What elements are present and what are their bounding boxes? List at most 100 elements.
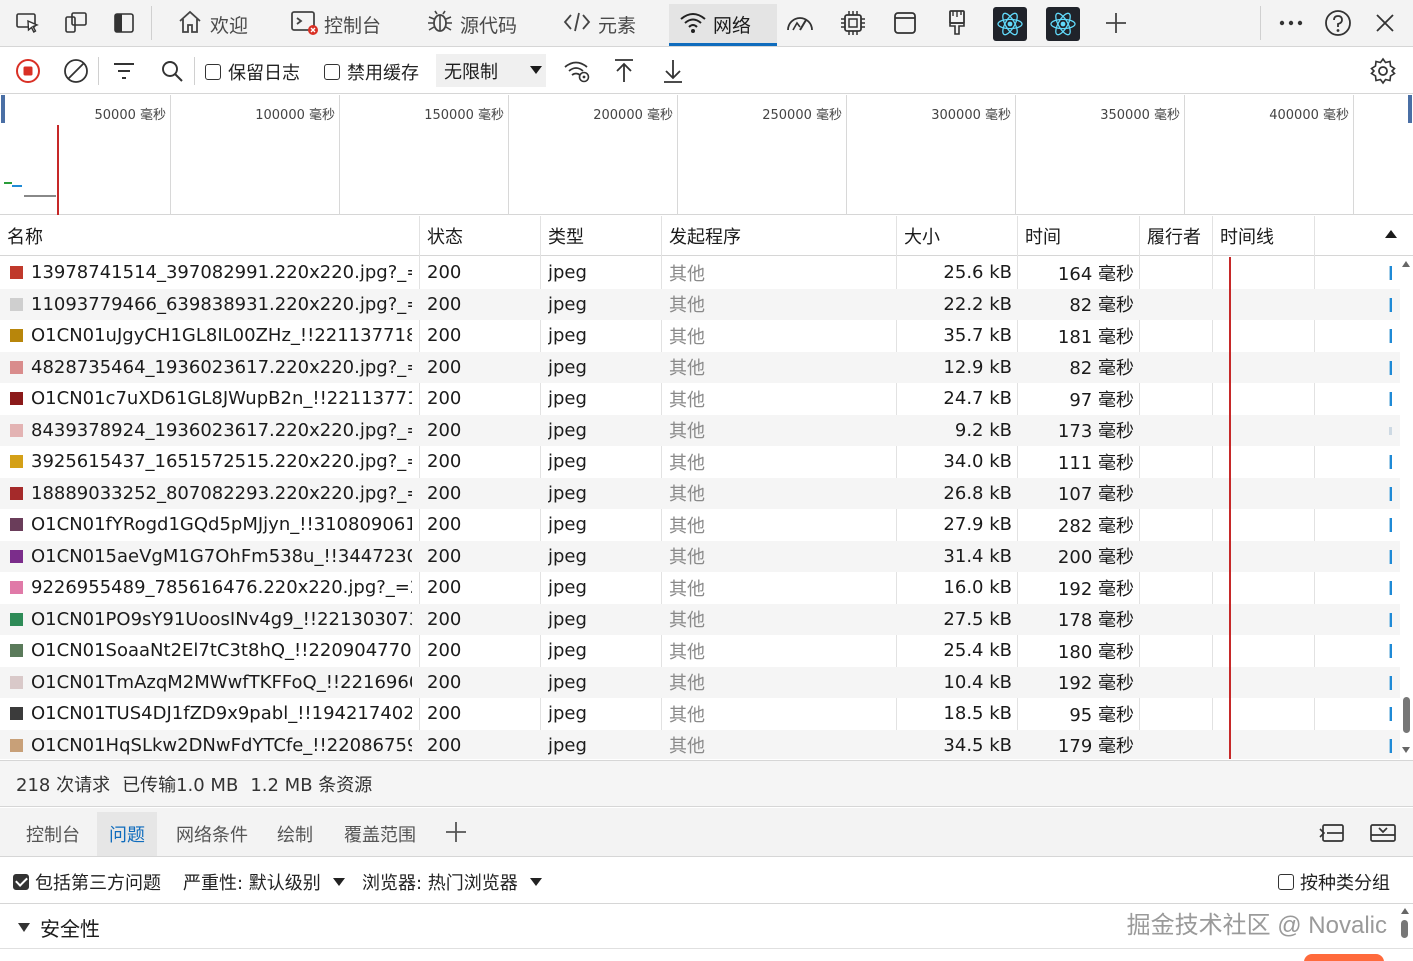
request-name: O1CN01TUS4DJ1fZD9x9pabl_!!1942174020-0..… [31,703,412,725]
include-third-party-checkbox[interactable]: 包括第三方问题 [13,869,161,895]
application-icon[interactable] [890,8,920,38]
request-name-cell[interactable]: O1CN01fYRogd1GQd5pMJjyn_!!3108090617-... [10,509,412,541]
memory-icon[interactable] [838,8,868,38]
overview-range-handle-left[interactable] [1,95,5,123]
undock-drawer-icon[interactable] [1318,822,1346,848]
add-tab-icon[interactable] [1101,8,1131,38]
request-name-cell[interactable]: O1CN01PO9sY91UoosINv4g9_!!22130307325... [10,604,412,636]
request-name-cell[interactable]: O1CN01TmAzqM2MWwfTKFFoQ_!!22169602... [10,667,412,699]
brush-icon[interactable] [942,8,972,38]
table-row[interactable]: O1CN015aeVgM1G7OhFm538u_!!344723057... 20… [0,540,1400,573]
network-conditions-icon[interactable] [562,56,592,86]
table-row[interactable]: 8439378924_1936023617.220x220.jpg?_=2020… [0,414,1400,447]
close-drawer-icon[interactable] [1369,822,1397,848]
help-icon[interactable] [1323,8,1353,38]
column-header-size[interactable]: 大小 [897,216,940,256]
performance-icon[interactable] [785,8,815,38]
table-row[interactable]: O1CN01TmAzqM2MWwfTKFFoQ_!!22169602... 200… [0,666,1400,699]
sort-ascending-icon[interactable] [1385,230,1397,238]
tab-network[interactable]: 网络 [669,4,777,46]
react-components-icon[interactable] [993,7,1027,41]
table-row[interactable]: O1CN01TUS4DJ1fZD9x9pabl_!!1942174020-0..… [0,698,1400,730]
drawer-tab-coverage[interactable]: 覆盖范围 [332,812,428,856]
react-profiler-icon[interactable] [1046,7,1080,41]
request-name-cell[interactable]: 9226955489_785616476.220x220.jpg?_=2020 [10,572,412,604]
table-row[interactable]: O1CN01HqSLkw2DNwFdYTCfe_!!2208675978... 2… [0,729,1400,760]
request-name-cell[interactable]: 13978741514_397082991.220x220.jpg?_=2020 [10,257,412,289]
checkbox-box[interactable] [205,64,221,80]
request-name-cell[interactable]: O1CN015aeVgM1G7OhFm538u_!!344723057... [10,541,412,573]
request-name-cell[interactable]: O1CN01c7uXD61GL8JWupB2n_!!2211377180... [10,383,412,415]
scroll-down-icon[interactable] [1402,747,1410,753]
column-header-type[interactable]: 类型 [541,216,584,256]
stop-recording-icon[interactable] [13,56,43,86]
column-header-waterfall[interactable]: 时间线 [1213,216,1274,256]
column-header-name[interactable]: 名称 [0,216,43,256]
column-header-time[interactable]: 时间 [1018,216,1061,256]
table-row[interactable]: 3925615437_1651572515.220x220.jpg?_=2020… [0,446,1400,478]
drawer-scrollbar[interactable] [1400,906,1410,946]
add-drawer-tab-icon[interactable] [444,820,468,848]
request-name-cell[interactable]: 8439378924_1936023617.220x220.jpg?_=2020 [10,415,412,447]
disable-cache-checkbox[interactable]: 禁用缓存 [324,59,419,85]
scroll-up-icon[interactable] [1401,908,1409,914]
clear-icon[interactable] [61,56,91,86]
severity-dropdown[interactable]: 严重性: 默认级别 [183,869,345,895]
table-row[interactable]: 18889033252_807082293.220x220.jpg?_=2020… [0,477,1400,510]
checkbox-box[interactable] [324,64,340,80]
table-row[interactable]: O1CN01uJgyCH1GL8IL00ZHz_!!22113771806...… [0,320,1400,352]
table-row[interactable]: 4828735464_1936023617.220x220.jpg?_=2020… [0,351,1400,384]
inspect-element-icon[interactable] [13,8,43,38]
table-row[interactable]: O1CN01fYRogd1GQd5pMJjyn_!!3108090617-...… [0,509,1400,541]
network-settings-icon[interactable] [1368,56,1398,86]
floating-badge[interactable] [1304,954,1384,961]
scroll-up-icon[interactable] [1402,261,1410,267]
drawer-tab-issues[interactable]: 问题 [97,812,157,856]
tab-elements[interactable]: 元素 [556,4,642,44]
more-options-icon[interactable] [1276,8,1306,38]
drawer-tab-rendering[interactable]: 绘制 [265,812,325,856]
dock-side-icon[interactable] [109,8,139,38]
tab-welcome[interactable]: 欢迎 [170,4,254,44]
device-emulation-icon[interactable] [61,8,91,38]
table-scrollbar[interactable] [1400,257,1413,759]
table-row[interactable]: 9226955489_785616476.220x220.jpg?_=2020 2… [0,572,1400,604]
table-row[interactable]: 11093779466_639838931.220x220.jpg?_=2020… [0,288,1400,321]
request-name-cell[interactable]: O1CN01SoaaNt2El7tC3t8hQ_!!220904770878..… [10,635,412,667]
filter-icon[interactable] [109,56,139,86]
scrollbar-thumb[interactable] [1401,920,1408,938]
request-name-cell[interactable]: 11093779466_639838931.220x220.jpg?_=2020 [10,289,412,321]
table-row[interactable]: O1CN01c7uXD61GL8JWupB2n_!!2211377180... 2… [0,383,1400,415]
search-icon[interactable] [157,56,187,86]
browser-dropdown[interactable]: 浏览器: 热门浏览器 [362,869,542,895]
column-header-fulfilled-by[interactable]: 履行者 [1140,216,1201,256]
table-row[interactable]: 13978741514_397082991.220x220.jpg?_=2020… [0,257,1400,289]
time-cell: 181 毫秒 [1057,326,1134,348]
drawer-tab-network-conditions[interactable]: 网络条件 [164,812,260,856]
group-by-kind-checkbox[interactable]: 按种类分组 [1278,869,1390,895]
export-har-icon[interactable] [658,56,688,86]
scrollbar-thumb[interactable] [1403,697,1410,733]
expand-triangle-icon[interactable] [18,922,30,932]
column-header-initiator[interactable]: 发起程序 [662,216,741,256]
import-har-icon[interactable] [609,56,639,86]
tab-console[interactable]: 控制台 [284,4,387,44]
tab-sources[interactable]: 源代码 [420,4,523,44]
table-row[interactable]: O1CN01SoaaNt2El7tC3t8hQ_!!220904770878..… [0,635,1400,667]
request-name-cell[interactable]: O1CN01HqSLkw2DNwFdYTCfe_!!2208675978... [10,730,412,760]
network-overview[interactable]: 50000 毫秒 100000 毫秒 150000 毫秒 200000 毫秒 2… [0,95,1413,215]
request-name-cell[interactable]: 3925615437_1651572515.220x220.jpg?_=2020 [10,446,412,478]
request-name-cell[interactable]: 4828735464_1936023617.220x220.jpg?_=2020 [10,352,412,384]
close-devtools-icon[interactable] [1370,8,1400,38]
drawer-tab-console[interactable]: 控制台 [14,812,92,856]
throttling-select[interactable]: 无限制 [436,54,546,87]
request-name-cell[interactable]: 18889033252_807082293.220x220.jpg?_=2020 [10,478,412,510]
request-name-cell[interactable]: O1CN01uJgyCH1GL8IL00ZHz_!!22113771806... [10,320,412,352]
checkbox-box[interactable] [1278,874,1294,890]
request-name-cell[interactable]: O1CN01TUS4DJ1fZD9x9pabl_!!1942174020-0..… [10,698,412,730]
table-row[interactable]: O1CN01PO9sY91UoosINv4g9_!!22130307325...… [0,603,1400,636]
column-header-status[interactable]: 状态 [420,216,463,256]
overview-range-handle-right[interactable] [1408,95,1412,123]
checkbox-box[interactable] [13,874,29,890]
preserve-log-checkbox[interactable]: 保留日志 [205,59,300,85]
